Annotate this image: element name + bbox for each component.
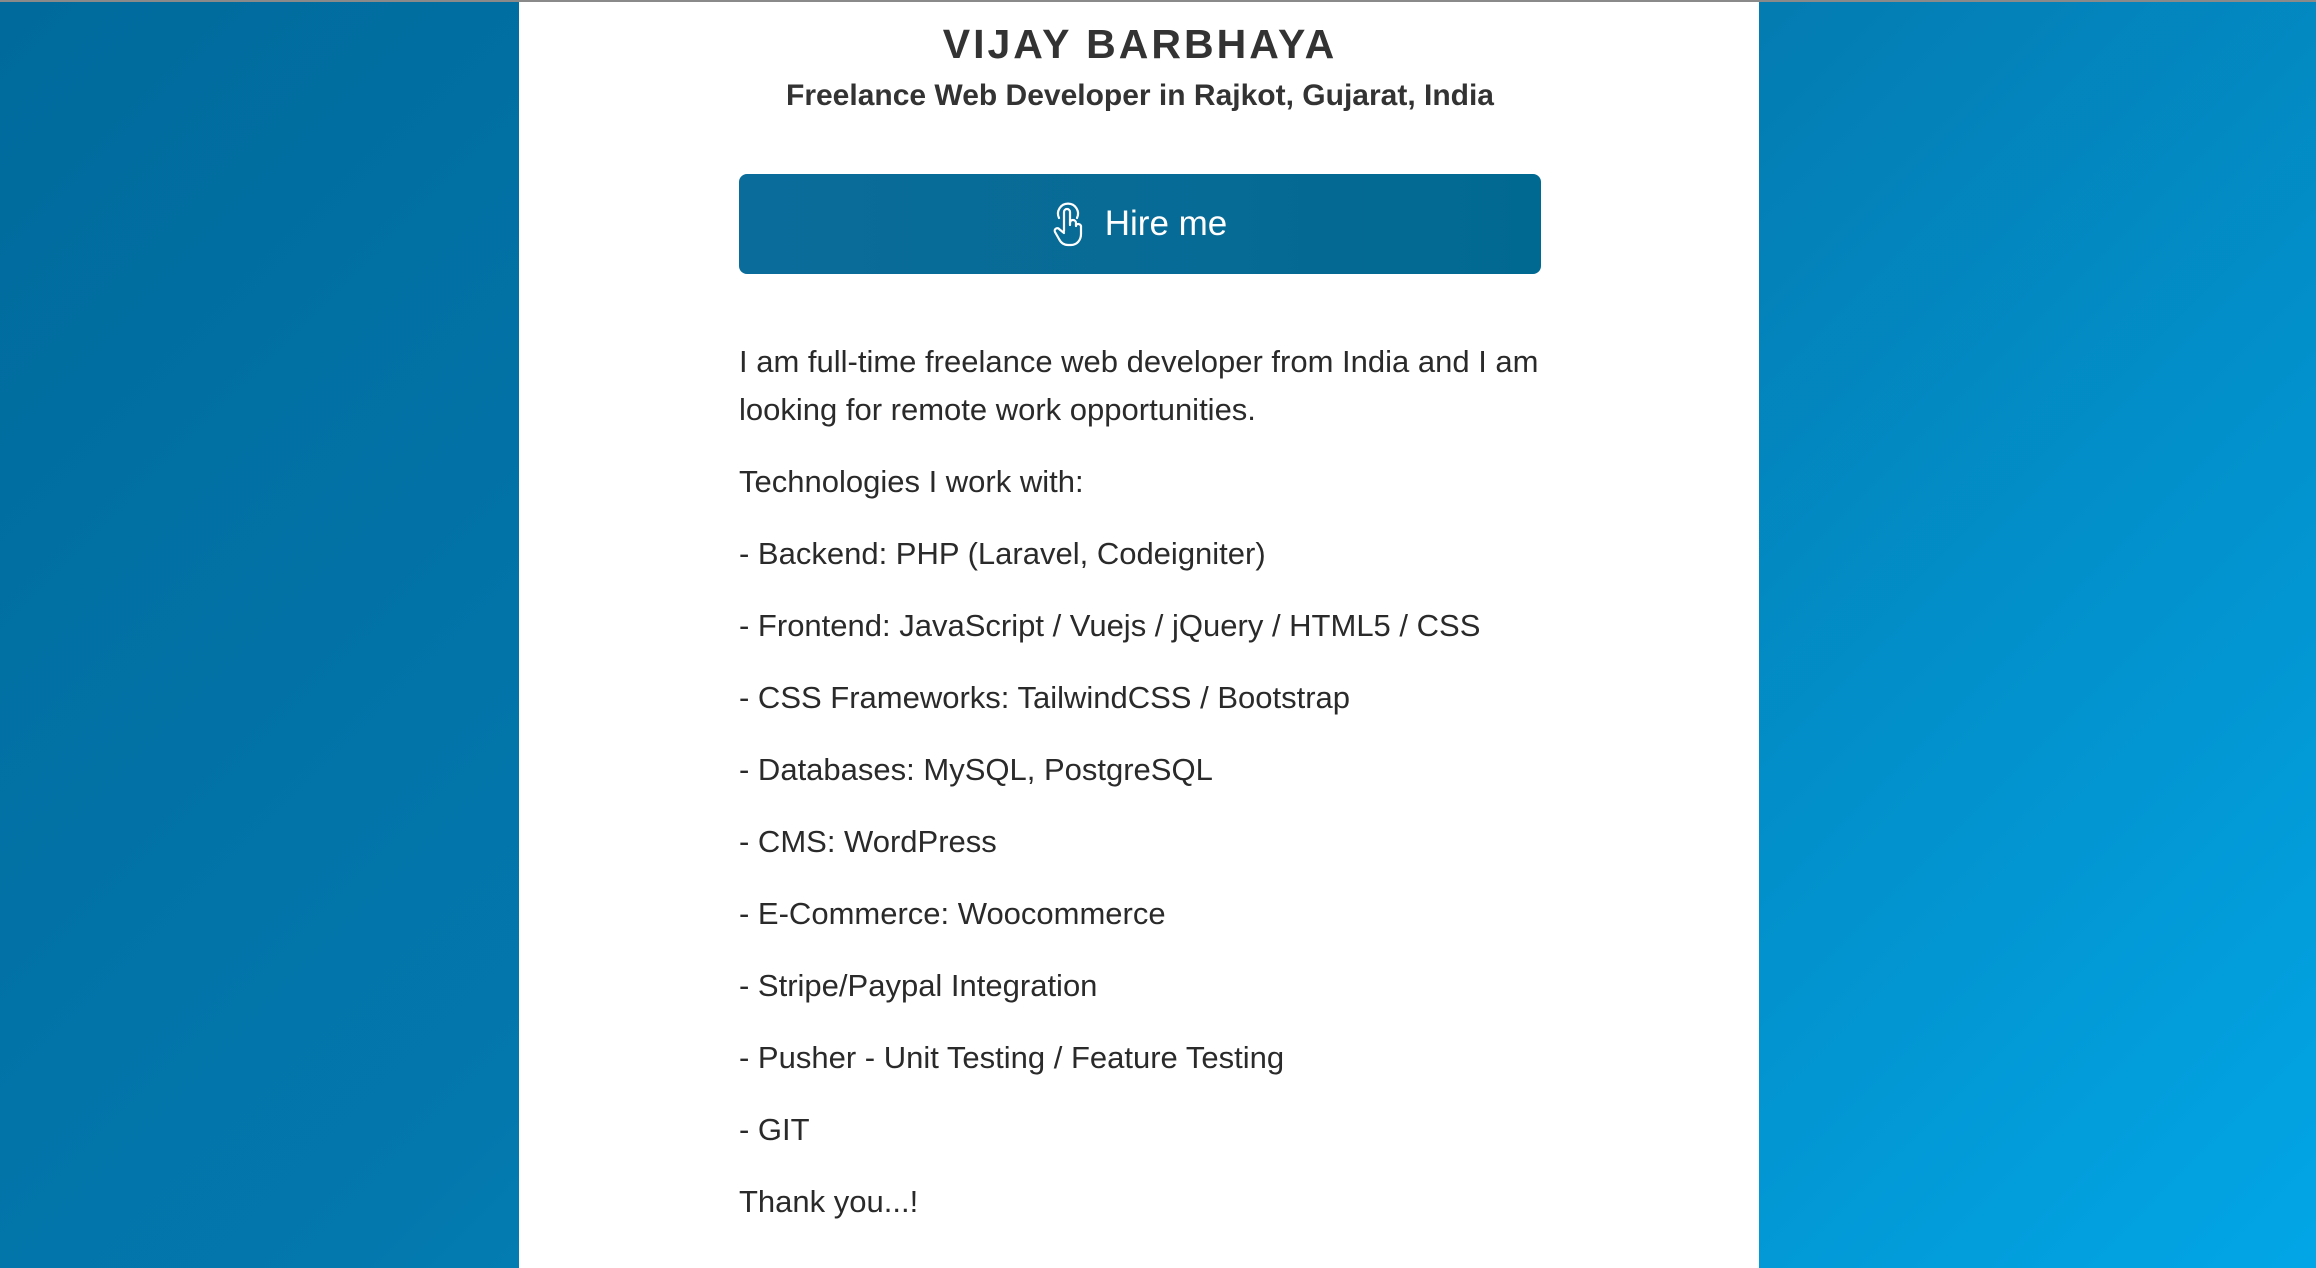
tech-item: - Databases: MySQL, PostgreSQL [739, 752, 1213, 787]
tech-item: - Backend: PHP (Laravel, Codeigniter) [739, 536, 1266, 571]
tech-item: - Frontend: JavaScript / Vuejs / jQuery … [739, 608, 1481, 643]
profile-subtitle: Freelance Web Developer in Rajkot, Gujar… [786, 79, 1494, 112]
about-text: I am full-time freelance web developer f… [739, 338, 1541, 1226]
intro-paragraph: I am full-time freelance web developer f… [739, 344, 1539, 427]
profile-name: VIJAY BARBHAYA [942, 21, 1338, 67]
tech-item: - CMS: WordPress [739, 824, 997, 859]
tech-item: - GIT [739, 1112, 810, 1147]
touch-icon [1053, 201, 1083, 247]
closing-text: Thank you...! [739, 1184, 919, 1219]
tech-item: - CSS Frameworks: TailwindCSS / Bootstra… [739, 680, 1351, 715]
profile-card: VIJAY BARBHAYA Freelance Web Developer i… [519, 2, 1759, 1268]
profile-content: VIJAY BARBHAYA Freelance Web Developer i… [739, 2, 1541, 1250]
hire-me-button[interactable]: Hire me [739, 174, 1541, 274]
tech-item: - E-Commerce: Woocommerce [739, 896, 1166, 931]
tech-item: - Stripe/Paypal Integration [739, 968, 1098, 1003]
tech-heading: Technologies I work with: [739, 464, 1084, 499]
hire-me-label: Hire me [1104, 204, 1228, 243]
tech-item: - Pusher - Unit Testing / Feature Testin… [739, 1040, 1285, 1075]
